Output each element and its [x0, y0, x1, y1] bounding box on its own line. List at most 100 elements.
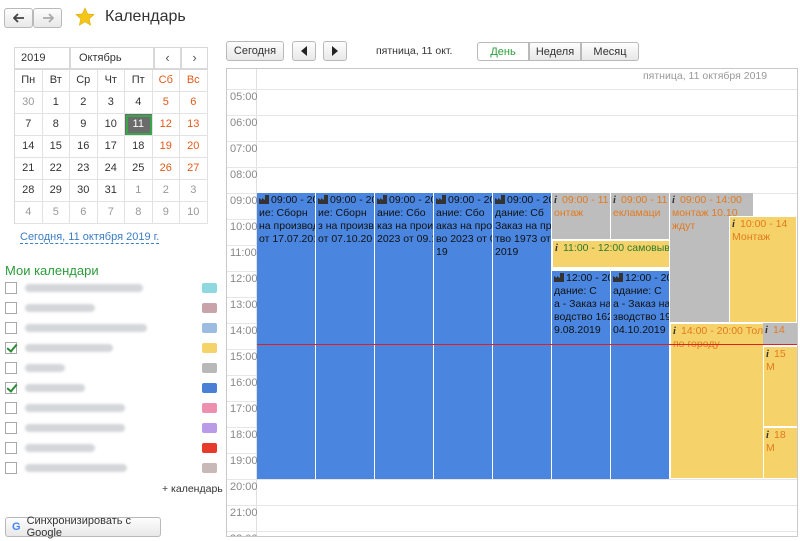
calendar-checkbox[interactable]	[5, 282, 17, 294]
forward-button[interactable]	[33, 8, 62, 28]
calendar-color-swatch[interactable]	[202, 283, 217, 293]
day-cell[interactable]: 27	[180, 158, 208, 180]
day-cell[interactable]: 10	[97, 114, 125, 136]
calendar-color-swatch[interactable]	[202, 403, 217, 413]
calendar-checkbox[interactable]	[5, 322, 17, 334]
day-cell[interactable]: 8	[42, 114, 70, 136]
calendar-item[interactable]	[5, 380, 217, 396]
calendar-color-swatch[interactable]	[202, 323, 217, 333]
calendar-item[interactable]	[5, 300, 217, 316]
event-block[interactable]: 12:00 - 20 дание: Са - Заказ на водство 16…	[552, 271, 611, 479]
calendar-color-swatch[interactable]	[202, 303, 217, 313]
add-calendar-link[interactable]: + календарь	[162, 483, 223, 495]
day-cell[interactable]: 6	[70, 202, 98, 224]
view-month-button[interactable]: Месяц	[581, 42, 639, 61]
event-block[interactable]: 09:00 - 20 ание: Сбо каз на прои 2023 от 09…	[375, 193, 434, 479]
calendar-checkbox[interactable]	[5, 422, 17, 434]
day-cell[interactable]: 30	[15, 92, 43, 114]
calendar-item[interactable]	[5, 420, 217, 436]
calendar-item[interactable]	[5, 280, 217, 296]
day-cell[interactable]: 9	[152, 202, 180, 224]
calendar-checkbox[interactable]	[5, 462, 17, 474]
calendar-color-swatch[interactable]	[202, 423, 217, 433]
day-cell[interactable]: 13	[180, 114, 208, 136]
calendar-item[interactable]	[5, 460, 217, 476]
day-cell[interactable]: 2	[152, 180, 180, 202]
day-cell[interactable]: 5	[42, 202, 70, 224]
day-cell[interactable]: 30	[70, 180, 98, 202]
event-block[interactable]: 09:00 - 20 ие: Сборн з на произво от 07.10.…	[316, 193, 375, 479]
event-block[interactable]: 09:00 - 20 ание: Сбо аказ на про во 2023 от…	[434, 193, 493, 479]
year-select[interactable]: 2019	[14, 47, 70, 69]
prev-month-button[interactable]: ‹	[154, 47, 181, 69]
view-day-button[interactable]: День	[477, 42, 529, 61]
calendar-checkbox[interactable]	[5, 342, 17, 354]
event-block[interactable]: 12:00 - 20 адание: Са - Заказ на зводство …	[611, 271, 670, 479]
prev-day-button[interactable]	[292, 41, 316, 61]
calendar-item[interactable]	[5, 440, 217, 456]
day-cell[interactable]: 16	[70, 136, 98, 158]
event-block[interactable]: i 18 М	[763, 427, 797, 479]
day-cell[interactable]: 21	[15, 158, 43, 180]
day-cell[interactable]: 22	[42, 158, 70, 180]
day-cell[interactable]: 14	[15, 136, 43, 158]
day-cell[interactable]: 20	[180, 136, 208, 158]
calendar-item[interactable]	[5, 400, 217, 416]
day-cell[interactable]: 29	[42, 180, 70, 202]
day-cell[interactable]: 17	[97, 136, 125, 158]
day-cell[interactable]: 12	[152, 114, 180, 136]
day-cell[interactable]: 4	[15, 202, 43, 224]
calendar-color-swatch[interactable]	[202, 443, 217, 453]
day-cell[interactable]: 7	[15, 114, 43, 136]
day-cell[interactable]: 18	[125, 136, 153, 158]
calendar-item[interactable]	[5, 360, 217, 376]
event-block[interactable]: i 15 М	[763, 346, 797, 427]
back-button[interactable]	[4, 8, 33, 28]
day-cell[interactable]: 9	[70, 114, 98, 136]
selected-day-cell[interactable]: 11	[125, 114, 153, 136]
view-week-button[interactable]: Неделя	[529, 42, 581, 61]
next-month-button[interactable]: ›	[181, 47, 208, 69]
today-button[interactable]: Сегодня	[226, 41, 284, 61]
day-view[interactable]: пятница, 11 октября 2019 05:00 06:00 07:00…	[226, 68, 798, 537]
day-cell[interactable]: 6	[180, 92, 208, 114]
calendar-color-swatch[interactable]	[202, 463, 217, 473]
event-block[interactable]: i 11:00 - 12:00 самовыв	[552, 239, 670, 269]
calendar-color-swatch[interactable]	[202, 343, 217, 353]
day-cell[interactable]: 23	[70, 158, 98, 180]
event-block[interactable]: i 10:00 - 14 Монтаж	[729, 216, 797, 323]
day-cell[interactable]: 10	[180, 202, 208, 224]
day-cell[interactable]: 24	[97, 158, 125, 180]
calendar-color-swatch[interactable]	[202, 383, 217, 393]
calendar-item[interactable]	[5, 340, 217, 356]
day-cell[interactable]: 28	[15, 180, 43, 202]
sync-google-button[interactable]: G Синхронизировать с Google	[5, 515, 161, 539]
calendar-checkbox[interactable]	[5, 442, 17, 454]
day-cell[interactable]: 25	[125, 158, 153, 180]
calendar-checkbox[interactable]	[5, 362, 17, 374]
today-link[interactable]: Сегодня, 11 октября 2019 г.	[20, 231, 160, 244]
calendar-checkbox[interactable]	[5, 302, 17, 314]
day-cell[interactable]: 1	[125, 180, 153, 202]
calendar-color-swatch[interactable]	[202, 363, 217, 373]
day-cell[interactable]: 31	[97, 180, 125, 202]
day-cell[interactable]: 1	[42, 92, 70, 114]
event-block[interactable]: 09:00 - 20 дание: Сб Заказ на про тво 1973 …	[493, 193, 552, 479]
day-cell[interactable]: 7	[97, 202, 125, 224]
day-cell[interactable]: 3	[97, 92, 125, 114]
next-day-button[interactable]	[323, 41, 347, 61]
day-cell[interactable]: 2	[70, 92, 98, 114]
month-select[interactable]: Октябрь	[70, 47, 154, 69]
day-cell[interactable]: 4	[125, 92, 153, 114]
day-cell[interactable]: 5	[152, 92, 180, 114]
calendar-item[interactable]	[5, 320, 217, 336]
day-cell[interactable]: 19	[152, 136, 180, 158]
event-block[interactable]: 09:00 - 20 ие: Сборн на производ от 17.07.2…	[257, 193, 316, 479]
calendar-checkbox[interactable]	[5, 402, 17, 414]
event-block[interactable]: i 09:00 - 11 екламаци	[611, 193, 670, 240]
event-block[interactable]: i 14:00 - 20:00 Тол по городу	[670, 323, 765, 479]
day-cell[interactable]: 26	[152, 158, 180, 180]
day-cell[interactable]: 15	[42, 136, 70, 158]
calendar-checkbox[interactable]	[5, 382, 17, 394]
event-block[interactable]: i 09:00 - 11 онтаж	[552, 193, 611, 240]
